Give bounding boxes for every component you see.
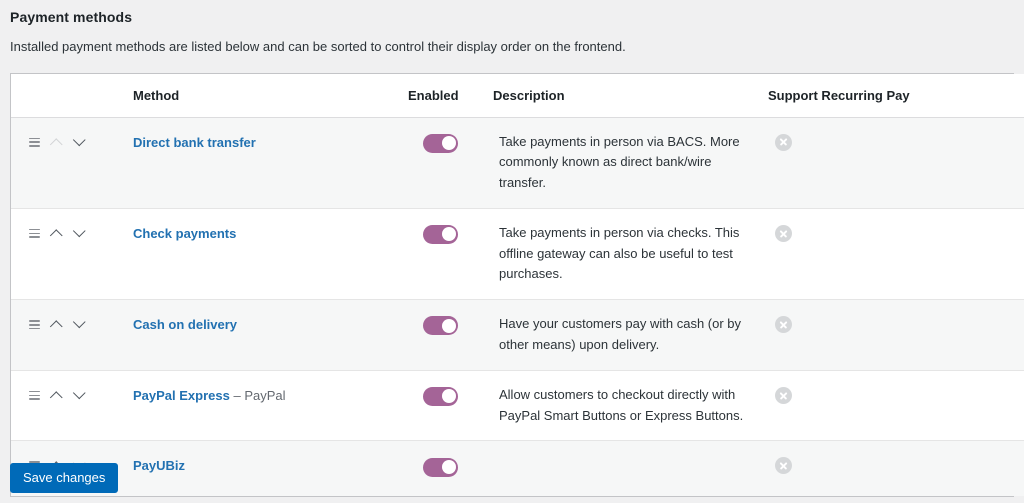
circle-x-icon: [775, 316, 792, 334]
enabled-toggle[interactable]: [423, 316, 458, 336]
chevron-up-icon[interactable]: [50, 136, 63, 149]
circle-x-icon: [775, 133, 792, 151]
enabled-toggle[interactable]: [423, 133, 458, 153]
method-description: Take payments in person via BACS. More c…: [483, 117, 758, 209]
support-recurring-pay-cell: [758, 208, 1023, 301]
method-link[interactable]: Cash on delivery: [133, 317, 237, 332]
method-gateway-label: – PayPal: [233, 387, 286, 403]
circle-x-icon: [775, 224, 792, 242]
row-sort-controls: [11, 117, 123, 209]
method-description: [483, 440, 758, 497]
toggle-knob: [441, 389, 456, 404]
enabled-cell: [398, 299, 483, 371]
drag-handle-icon[interactable]: [29, 320, 40, 330]
method-name-cell: Direct bank transfer: [123, 117, 398, 209]
table-row: Direct bank transfer Take payments in per…: [11, 117, 1024, 209]
enabled-toggle[interactable]: [423, 457, 458, 477]
support-recurring-pay-cell: [758, 440, 1023, 497]
page-description: Installed payment methods are listed bel…: [10, 39, 626, 54]
circle-x-icon: [775, 457, 792, 475]
support-recurring-pay-cell: [758, 117, 1023, 209]
column-header-sort: [11, 73, 123, 118]
column-header-description: Description: [483, 73, 758, 118]
method-link[interactable]: PayPal Express: [133, 388, 230, 403]
column-header-enabled: Enabled: [398, 73, 483, 118]
row-sort-controls: [11, 370, 123, 442]
chevron-up-icon[interactable]: [50, 318, 63, 331]
toggle-knob: [441, 227, 456, 242]
method-link[interactable]: Check payments: [133, 226, 236, 241]
table-body: Direct bank transfer Take payments in per…: [11, 117, 1024, 497]
chevron-up-icon[interactable]: [50, 227, 63, 240]
method-description: Take payments in person via checks. This…: [483, 208, 758, 301]
column-header-method: Method: [123, 73, 398, 118]
toggle-knob: [441, 460, 456, 475]
method-name-cell: Check payments: [123, 208, 398, 301]
payment-methods-table-wrapper: Method Enabled Description Support Recur…: [10, 72, 1024, 498]
drag-handle-icon[interactable]: [29, 390, 40, 401]
toggle-knob: [441, 136, 456, 151]
enabled-cell: [398, 208, 483, 301]
table-row: Cash on delivery Have your customers pay …: [11, 299, 1024, 371]
table-header: Method Enabled Description Support Recur…: [11, 73, 1024, 118]
chevron-down-icon[interactable]: [73, 318, 86, 331]
chevron-down-icon[interactable]: [73, 389, 86, 402]
payment-methods-table: Method Enabled Description Support Recur…: [11, 73, 1024, 497]
save-changes-button[interactable]: Save changes: [10, 463, 119, 493]
chevron-down-icon[interactable]: [73, 227, 86, 240]
row-sort-controls: [11, 299, 123, 371]
enabled-toggle[interactable]: [423, 224, 458, 244]
drag-handle-icon[interactable]: [29, 228, 40, 239]
payment-methods-page: Payment methods Installed payment method…: [0, 0, 1024, 503]
table-row: PayUBizManage: [11, 440, 1024, 497]
table-row: PayPal Express – PayPal Allow customers t…: [11, 370, 1024, 442]
method-name-cell: PayUBiz: [123, 440, 398, 497]
drag-handle-icon[interactable]: [29, 137, 40, 147]
page-title: Payment methods: [10, 9, 133, 25]
chevron-up-icon[interactable]: [50, 389, 63, 402]
support-recurring-pay-cell: [758, 299, 1023, 371]
method-description: Allow customers to checkout directly wit…: [483, 370, 758, 442]
enabled-cell: [398, 370, 483, 442]
row-sort-controls: [11, 208, 123, 301]
column-header-support-recurring-pay: Support Recurring Pay: [758, 73, 1023, 118]
circle-x-icon: [775, 386, 792, 404]
toggle-knob: [441, 318, 456, 333]
enabled-cell: [398, 440, 483, 497]
chevron-down-icon[interactable]: [73, 136, 86, 149]
method-link[interactable]: PayUBiz: [133, 458, 185, 473]
support-recurring-pay-cell: [758, 370, 1023, 442]
table-header-row: Method Enabled Description Support Recur…: [11, 73, 1024, 118]
method-name-cell: Cash on delivery: [123, 299, 398, 371]
method-name-cell: PayPal Express – PayPal: [123, 370, 398, 442]
method-description: Have your customers pay with cash (or by…: [483, 299, 758, 371]
method-link[interactable]: Direct bank transfer: [133, 135, 256, 150]
table-row: Check payments Take payments in person vi…: [11, 208, 1024, 301]
enabled-cell: [398, 117, 483, 209]
enabled-toggle[interactable]: [423, 386, 458, 406]
